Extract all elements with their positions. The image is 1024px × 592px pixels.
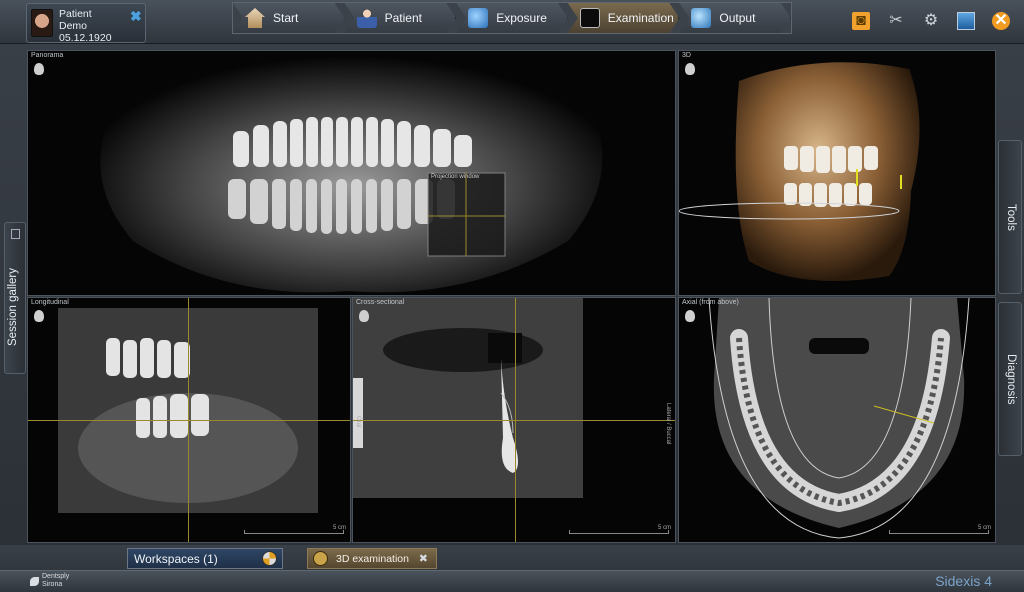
exam-tab[interactable]: 3D examination ✖ — [307, 548, 437, 569]
close-tab-icon[interactable]: ✖ — [419, 552, 428, 565]
longitudinal-title: Longitudinal — [31, 299, 69, 306]
tools-icon[interactable]: ✂ — [887, 12, 905, 30]
diagnosis-tab[interactable]: Diagnosis — [998, 302, 1022, 456]
logo-mark-icon — [30, 576, 39, 586]
3d-title: 3D — [682, 52, 691, 59]
workflow-nav: Start Patient Exposure Examination Outpu… — [232, 2, 792, 34]
workspaces-label: Workspaces (1) — [134, 552, 218, 566]
step-examination-label: Examination — [607, 11, 674, 25]
skull-icon — [685, 310, 695, 322]
footer: Dentsply Sirona Sidexis 4 — [0, 570, 1024, 592]
person-icon — [357, 8, 377, 28]
crosshair-horizontal — [28, 420, 350, 421]
crosshair-vertical — [515, 298, 516, 542]
scale-bar — [569, 530, 669, 534]
oral-label: Oral — [355, 416, 361, 428]
step-start[interactable]: Start — [233, 3, 345, 33]
toolbar-icons: ◙ ✂ ⚙ ✕ — [852, 12, 1010, 30]
tools-label: Tools — [1005, 203, 1017, 231]
examination-icon — [580, 8, 600, 28]
scale-label: 5 cm — [332, 525, 346, 531]
patient-role-label: Patient — [59, 8, 92, 20]
step-examination[interactable]: Examination — [568, 3, 680, 33]
3d-skull-render — [679, 62, 920, 281]
cross-sectional-title: Cross-sectional — [356, 299, 405, 306]
projection-window-label: Projection window — [431, 174, 480, 180]
panorama-title: Panorama — [31, 52, 64, 59]
longitudinal-viewport[interactable]: Longitudinal 5 cm — [27, 297, 351, 543]
workspaces-button[interactable]: Workspaces (1) — [127, 548, 283, 569]
scale-bar — [889, 530, 989, 534]
step-patient[interactable]: Patient — [345, 3, 457, 33]
brand-line2: Sirona — [42, 581, 63, 588]
session-gallery-tab[interactable]: Session gallery — [4, 222, 26, 374]
step-output-label: Output — [719, 11, 756, 25]
product-name: Sidexis 4 — [935, 573, 992, 589]
close-patient-icon[interactable]: ✖ — [130, 8, 142, 25]
brand-line1: Dentsply — [42, 573, 70, 580]
top-bar: Patient Demo 05.12.1920 ✖ Start Patient … — [0, 0, 1024, 44]
patient-name: Demo — [59, 20, 88, 32]
bottom-bar: Workspaces (1) 3D examination ✖ Dentsply… — [0, 545, 1024, 592]
exposure-icon — [468, 8, 488, 28]
skull-icon — [34, 63, 44, 75]
scale-bar — [244, 530, 344, 534]
close-icon[interactable]: ✕ — [992, 12, 1010, 30]
scale-label: 5 cm — [977, 525, 991, 531]
patient-avatar — [31, 9, 53, 37]
skull-icon — [359, 310, 369, 322]
step-exposure-label: Exposure — [496, 11, 547, 25]
exam-tab-label: 3D examination — [336, 553, 409, 565]
exam-badge-icon — [313, 551, 328, 566]
patient-card[interactable]: Patient Demo 05.12.1920 ✖ — [26, 3, 146, 44]
workspace-icon[interactable] — [262, 551, 277, 566]
axial-image — [708, 298, 970, 539]
step-output[interactable]: Output — [679, 3, 791, 33]
patient-dob: 05.12.1920 — [59, 32, 112, 44]
lateral-buccal-label: Lateral / Buccal — [665, 403, 671, 445]
3d-viewport[interactable]: 3D — [678, 50, 996, 296]
skull-icon — [685, 63, 695, 75]
home-icon — [245, 8, 265, 28]
session-gallery-label: Session gallery — [7, 268, 19, 346]
panorama-viewport[interactable]: Panorama Projection window — [27, 50, 676, 296]
tools-tab[interactable]: Tools — [998, 140, 1022, 294]
diagnosis-label: Diagnosis — [1005, 353, 1017, 405]
window-icon[interactable] — [957, 12, 975, 30]
badge-icon[interactable]: ◙ — [852, 12, 870, 30]
globe-icon — [691, 8, 711, 28]
axial-viewport[interactable]: Axial (from above) 5 cm — [678, 297, 996, 543]
dentsply-sirona-logo: Dentsply Sirona — [30, 573, 69, 589]
panorama-image — [100, 56, 603, 293]
step-start-label: Start — [273, 11, 299, 25]
scale-label: 5 cm — [657, 525, 671, 531]
step-patient-label: Patient — [384, 11, 422, 25]
axial-title: Axial (from above) — [682, 299, 739, 306]
crosshair-vertical — [188, 298, 189, 542]
sidexis-app: Patient Demo 05.12.1920 ✖ Start Patient … — [0, 0, 1024, 592]
step-exposure[interactable]: Exposure — [456, 3, 568, 33]
skull-icon — [34, 310, 44, 322]
cross-sectional-viewport[interactable]: Cross-sectional Oral Lateral / Buccal 5 … — [352, 297, 676, 543]
gallery-icon — [11, 229, 20, 239]
gear-icon[interactable]: ⚙ — [922, 12, 940, 30]
